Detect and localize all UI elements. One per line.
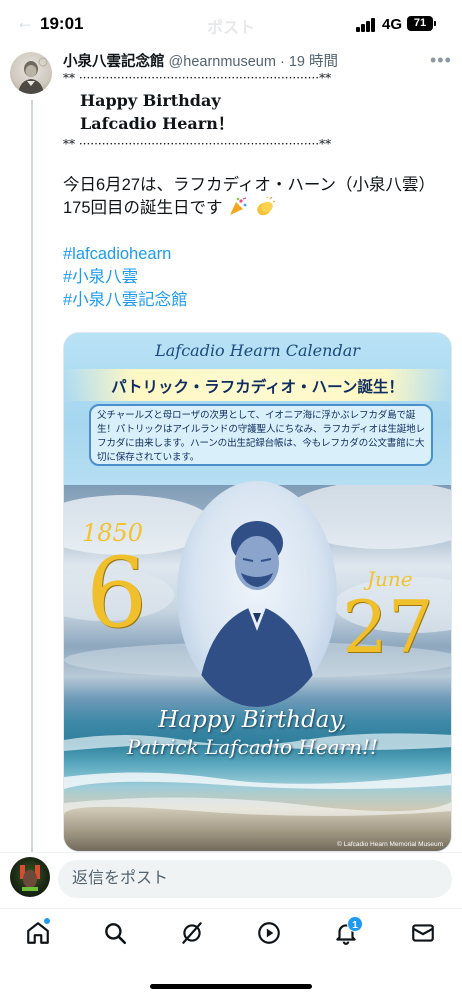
nav-messages[interactable] [410, 920, 440, 950]
grok-icon [182, 922, 202, 944]
greeting-line-2: Patrick Lafcadio Hearn!! [126, 735, 379, 759]
text-line-2: 175回目の誕生日です [63, 199, 223, 217]
tweet-time: 19 時間 [288, 54, 339, 70]
clapping-hands-icon [254, 196, 276, 217]
home-indicator [150, 984, 312, 989]
hashtag-2[interactable]: #小泉八雲 [63, 266, 443, 289]
signal-icon [356, 18, 376, 32]
bottom-nav [0, 908, 462, 964]
hashtag-3[interactable]: #小泉八雲記念館 [63, 289, 443, 312]
status-bar: ← 19:01 ポスト 4G 71 [0, 0, 462, 50]
description-box: 父チャールズと母ローザの次男として、イオニア海に浮かぶレフカダ島で誕生！パトリッ… [89, 404, 433, 466]
portrait-avatar-icon [18, 57, 48, 94]
nav-search[interactable] [102, 920, 132, 950]
hashtag-1[interactable]: #lafcadiohearn [63, 243, 443, 266]
birthday-line-1: Happy Birthday [80, 91, 221, 110]
tweet-header: 小泉八雲記念館 @hearnmuseum · 19 時間 [63, 50, 338, 70]
home-badge-dot [44, 918, 50, 924]
tweet-image[interactable]: Lafcadio Hearn Calendar パトリック・ラフカディオ・ハーン… [63, 332, 452, 852]
day-number: 27 [342, 585, 434, 669]
notification-badge: 1 [347, 916, 363, 932]
calendar-title: Lafcadio Hearn Calendar [155, 341, 360, 360]
more-dots-icon[interactable]: ••• [430, 50, 452, 71]
author-avatar[interactable] [10, 52, 52, 94]
nav-video[interactable] [256, 920, 286, 950]
description-text: 父チャールズと母ローザの次男として、イオニア海に浮かぶレフカダ島で誕生！パトリッ… [97, 410, 425, 463]
user-avatar-icon [20, 865, 40, 891]
headline: パトリック・ラフカディオ・ハーン誕生！ [111, 377, 404, 396]
decorative-line-bottom: ** ·····································… [63, 137, 332, 151]
search-icon [105, 923, 127, 945]
user-avatar[interactable] [10, 857, 50, 897]
network-label: 4G [382, 16, 403, 33]
nav-home[interactable] [25, 918, 55, 950]
battery-tip [434, 21, 436, 26]
birthday-line-2: Lafcadio Hearn！ [80, 114, 234, 133]
mail-icon [412, 924, 434, 942]
decorative-line-top: ** ·····································… [63, 71, 332, 85]
nav-grok[interactable] [179, 920, 209, 950]
text-line-2-wrap: 175回目の誕生日です [63, 196, 443, 220]
party-popper-icon [227, 197, 249, 217]
portrait-figure [197, 521, 317, 707]
reply-input[interactable]: 返信をポスト [58, 860, 452, 898]
nav-notifications[interactable]: 1 [333, 916, 363, 950]
thread-line [31, 100, 33, 852]
month-number: 6 [86, 537, 148, 649]
greeting-line-1: Happy Birthday, [158, 707, 347, 733]
hearn-portrait [177, 481, 337, 707]
battery-icon: 71 [407, 16, 433, 31]
tweet-text: ** ·····································… [63, 72, 443, 312]
copyright-label: © Lafcadio Hearn Memorial Museum [337, 841, 443, 848]
separator: · [279, 54, 285, 70]
author-handle[interactable]: @hearnmuseum [169, 54, 276, 70]
text-line-1: 今日6月27は、ラフカディオ・ハーン（小泉八雲） [63, 176, 436, 194]
video-play-icon [258, 922, 280, 944]
author-name[interactable]: 小泉八雲記念館 [63, 54, 165, 70]
